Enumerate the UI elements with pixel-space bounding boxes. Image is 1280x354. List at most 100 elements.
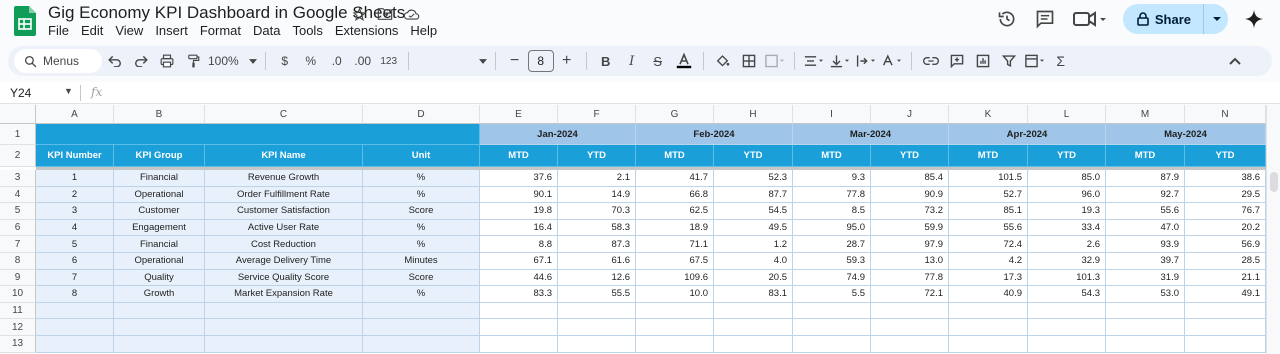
ytd-value-cell[interactable]: 61.6 — [558, 253, 636, 270]
unit-cell[interactable]: % — [363, 219, 480, 237]
unit-cell[interactable]: Score — [363, 269, 480, 287]
menu-help[interactable]: Help — [410, 23, 437, 38]
empty-cell[interactable] — [1028, 336, 1106, 353]
spreadsheet-grid[interactable]: A B C D E F G H I J K L M N 1 2 3 4 5 6 7 8 9 10 11 12 13 Jan-2024 F… — [0, 105, 1280, 354]
kpi-number-cell[interactable]: 6 — [36, 253, 114, 270]
menu-format[interactable]: Format — [200, 23, 241, 38]
ytd-value-cell[interactable]: 83.1 — [714, 286, 793, 303]
mtd-value-cell[interactable]: 55.6 — [1106, 203, 1185, 220]
column-header-k[interactable]: K — [949, 105, 1028, 124]
kpi-name-header[interactable]: KPI Name — [205, 145, 363, 167]
menu-edit[interactable]: Edit — [81, 23, 103, 38]
empty-cell[interactable] — [114, 336, 205, 353]
mtd-value-cell[interactable]: 44.6 — [480, 269, 558, 287]
undo-icon[interactable] — [104, 49, 126, 73]
borders-icon[interactable] — [738, 49, 760, 73]
empty-cell[interactable] — [714, 336, 793, 353]
ytd-value-cell[interactable]: 1.2 — [714, 236, 793, 253]
mtd-value-cell[interactable]: 109.6 — [636, 269, 714, 287]
ytd-value-cell[interactable]: 96.0 — [1028, 186, 1106, 204]
ytd-value-cell[interactable]: 19.3 — [1028, 203, 1106, 220]
mtd-value-cell[interactable]: 40.9 — [949, 286, 1028, 303]
increase-font-size-icon[interactable]: + — [556, 49, 578, 73]
mtd-value-cell[interactable]: 92.7 — [1106, 186, 1185, 204]
empty-cell[interactable] — [558, 336, 636, 353]
filter-icon[interactable] — [998, 49, 1020, 73]
ytd-value-cell[interactable]: 32.9 — [1028, 253, 1106, 270]
ytd-value-cell[interactable]: 85.0 — [1028, 170, 1106, 187]
ytd-value-cell[interactable]: 20.2 — [1185, 219, 1266, 237]
column-header-b[interactable]: B — [114, 105, 205, 124]
ytd-value-cell[interactable]: 4.0 — [714, 253, 793, 270]
empty-cell[interactable] — [1106, 336, 1185, 353]
ytd-value-cell[interactable]: 21.1 — [1185, 269, 1266, 287]
empty-cell[interactable] — [1185, 302, 1266, 320]
mtd-header[interactable]: MTD — [1106, 145, 1185, 167]
row-header-7[interactable]: 7 — [0, 236, 36, 253]
empty-cell[interactable] — [558, 319, 636, 336]
empty-cell[interactable] — [205, 302, 363, 320]
name-box[interactable]: Y24 — [10, 86, 31, 100]
row-header-5[interactable]: 5 — [0, 203, 36, 220]
mtd-value-cell[interactable]: 77.8 — [793, 186, 871, 204]
unit-cell[interactable]: Minutes — [363, 253, 480, 270]
caret-down-icon[interactable]: ▼ — [64, 86, 73, 96]
row-header-8[interactable]: 8 — [0, 253, 36, 270]
kpi-number-header[interactable]: KPI Number — [36, 145, 114, 167]
decrease-decimal-button[interactable]: .0 — [326, 49, 348, 73]
empty-cell[interactable] — [949, 319, 1028, 336]
ytd-value-cell[interactable]: 97.9 — [871, 236, 949, 253]
mtd-value-cell[interactable]: 18.9 — [636, 219, 714, 237]
mtd-value-cell[interactable]: 95.0 — [793, 219, 871, 237]
ytd-value-cell[interactable]: 55.5 — [558, 286, 636, 303]
redo-icon[interactable] — [130, 49, 152, 73]
empty-cell[interactable] — [363, 319, 480, 336]
mtd-value-cell[interactable]: 67.5 — [636, 253, 714, 270]
menu-view[interactable]: View — [115, 23, 143, 38]
empty-cell[interactable] — [1106, 319, 1185, 336]
mtd-value-cell[interactable]: 19.8 — [480, 203, 558, 220]
kpi-group-header[interactable]: KPI Group — [114, 145, 205, 167]
kpi-group-cell[interactable]: Customer — [114, 203, 205, 220]
menu-data[interactable]: Data — [253, 23, 280, 38]
ytd-header[interactable]: YTD — [558, 145, 636, 167]
mtd-value-cell[interactable]: 16.4 — [480, 219, 558, 237]
empty-cell[interactable] — [114, 302, 205, 320]
ytd-value-cell[interactable]: 49.1 — [1185, 286, 1266, 303]
empty-cell[interactable] — [793, 302, 871, 320]
ytd-value-cell[interactable]: 13.0 — [871, 253, 949, 270]
column-header-j[interactable]: J — [871, 105, 949, 124]
empty-cell[interactable] — [36, 336, 114, 353]
mtd-value-cell[interactable]: 87.9 — [1106, 170, 1185, 187]
italic-icon[interactable]: I — [621, 49, 643, 73]
row-header-11[interactable]: 11 — [0, 302, 36, 320]
mtd-value-cell[interactable]: 71.1 — [636, 236, 714, 253]
empty-cell[interactable] — [871, 336, 949, 353]
kpi-name-cell[interactable]: Service Quality Score — [205, 269, 363, 287]
empty-cell[interactable] — [558, 302, 636, 320]
mtd-header[interactable]: MTD — [793, 145, 871, 167]
text-rotation-icon[interactable] — [881, 49, 903, 73]
vertical-align-icon[interactable] — [829, 49, 851, 73]
empty-cell[interactable] — [871, 302, 949, 320]
mtd-value-cell[interactable]: 5.5 — [793, 286, 871, 303]
empty-cell[interactable] — [714, 302, 793, 320]
vertical-scrollbar-thumb[interactable] — [1270, 172, 1278, 192]
kpi-number-cell[interactable]: 1 — [36, 170, 114, 187]
mtd-value-cell[interactable]: 8.5 — [793, 203, 871, 220]
mtd-value-cell[interactable]: 55.6 — [949, 219, 1028, 237]
ytd-value-cell[interactable]: 59.9 — [871, 219, 949, 237]
ytd-value-cell[interactable]: 73.2 — [871, 203, 949, 220]
meet-video-icon[interactable] — [1071, 7, 1109, 31]
mtd-value-cell[interactable]: 39.7 — [1106, 253, 1185, 270]
empty-cell[interactable] — [636, 302, 714, 320]
kpi-number-cell[interactable]: 3 — [36, 203, 114, 220]
empty-cell[interactable] — [871, 319, 949, 336]
mtd-value-cell[interactable]: 52.7 — [949, 186, 1028, 204]
unit-cell[interactable]: % — [363, 236, 480, 253]
unit-cell[interactable]: % — [363, 170, 480, 187]
share-button[interactable]: Share — [1122, 4, 1228, 34]
row-header-3[interactable]: 3 — [0, 170, 36, 187]
column-header-e[interactable]: E — [480, 105, 558, 124]
kpi-group-cell[interactable]: Financial — [114, 236, 205, 253]
